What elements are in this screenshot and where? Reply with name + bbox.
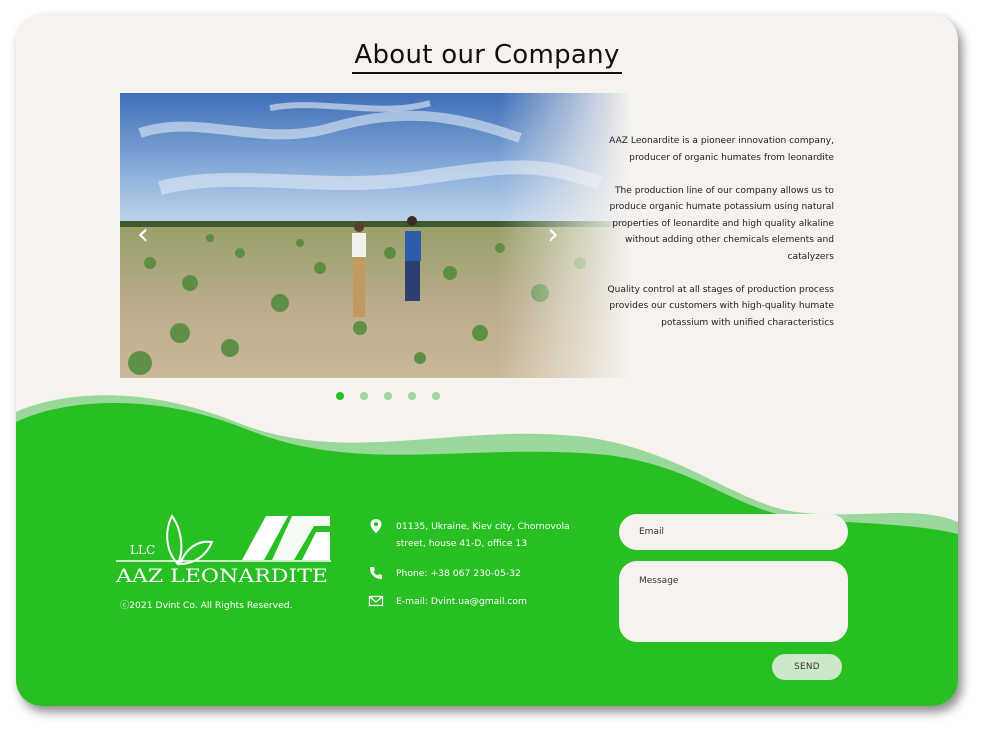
phone-icon [370,567,382,579]
contact-address: 01135, Ukraine, Kiev city, Chornovola st… [368,518,596,552]
contact-phone: Phone: +38 067 230-05-32 [368,565,596,582]
copyright-text: ⓒ2021 Dvint Co. All Rights Reserved. [120,600,293,611]
slider-next-button[interactable]: › [538,215,568,255]
logo-llc-text: LLC [130,543,155,557]
page-title-text: About our Company [352,40,622,74]
location-pin-icon [370,519,382,533]
slider-pagination [336,392,440,400]
chevron-right-icon: › [547,217,559,252]
contact-email: E-mail: Dvint.ua@gmail.com [368,593,596,610]
slider-dot-3[interactable] [384,392,392,400]
about-paragraph: Quality control at all stages of product… [607,284,834,328]
contact-email-text: E-mail: Dvint.ua@gmail.com [396,596,527,607]
slider-dot-2[interactable] [360,392,368,400]
contact-address-text: 01135, Ukraine, Kiev city, Chornovola st… [396,521,570,549]
chevron-left-icon: ‹ [137,217,149,252]
about-paragraph: The production line of our company allow… [609,185,834,262]
page-title: About our Company [16,40,958,74]
send-button[interactable]: SEND [772,654,842,680]
slider-prev-button[interactable]: ‹ [128,215,158,255]
mail-icon [368,595,384,607]
about-page-card: About our Company ‹ › AAZ Leonardite is … [16,14,958,706]
logo-brand-text: AAZ LEONARDITE [116,565,328,587]
email-field[interactable] [619,514,848,550]
slider-dot-4[interactable] [408,392,416,400]
image-slider[interactable]: ‹ › [120,93,632,378]
about-paragraph: AAZ Leonardite is a pioneer innovation c… [609,136,834,163]
about-description: AAZ Leonardite is a pioneer innovation c… [606,133,834,348]
message-field[interactable] [619,561,848,642]
slider-dot-1[interactable] [336,392,344,400]
slider-dot-5[interactable] [432,392,440,400]
company-logo: LLC AAZ LEONARDITE [116,514,331,587]
contact-phone-text: Phone: +38 067 230-05-32 [396,568,521,579]
